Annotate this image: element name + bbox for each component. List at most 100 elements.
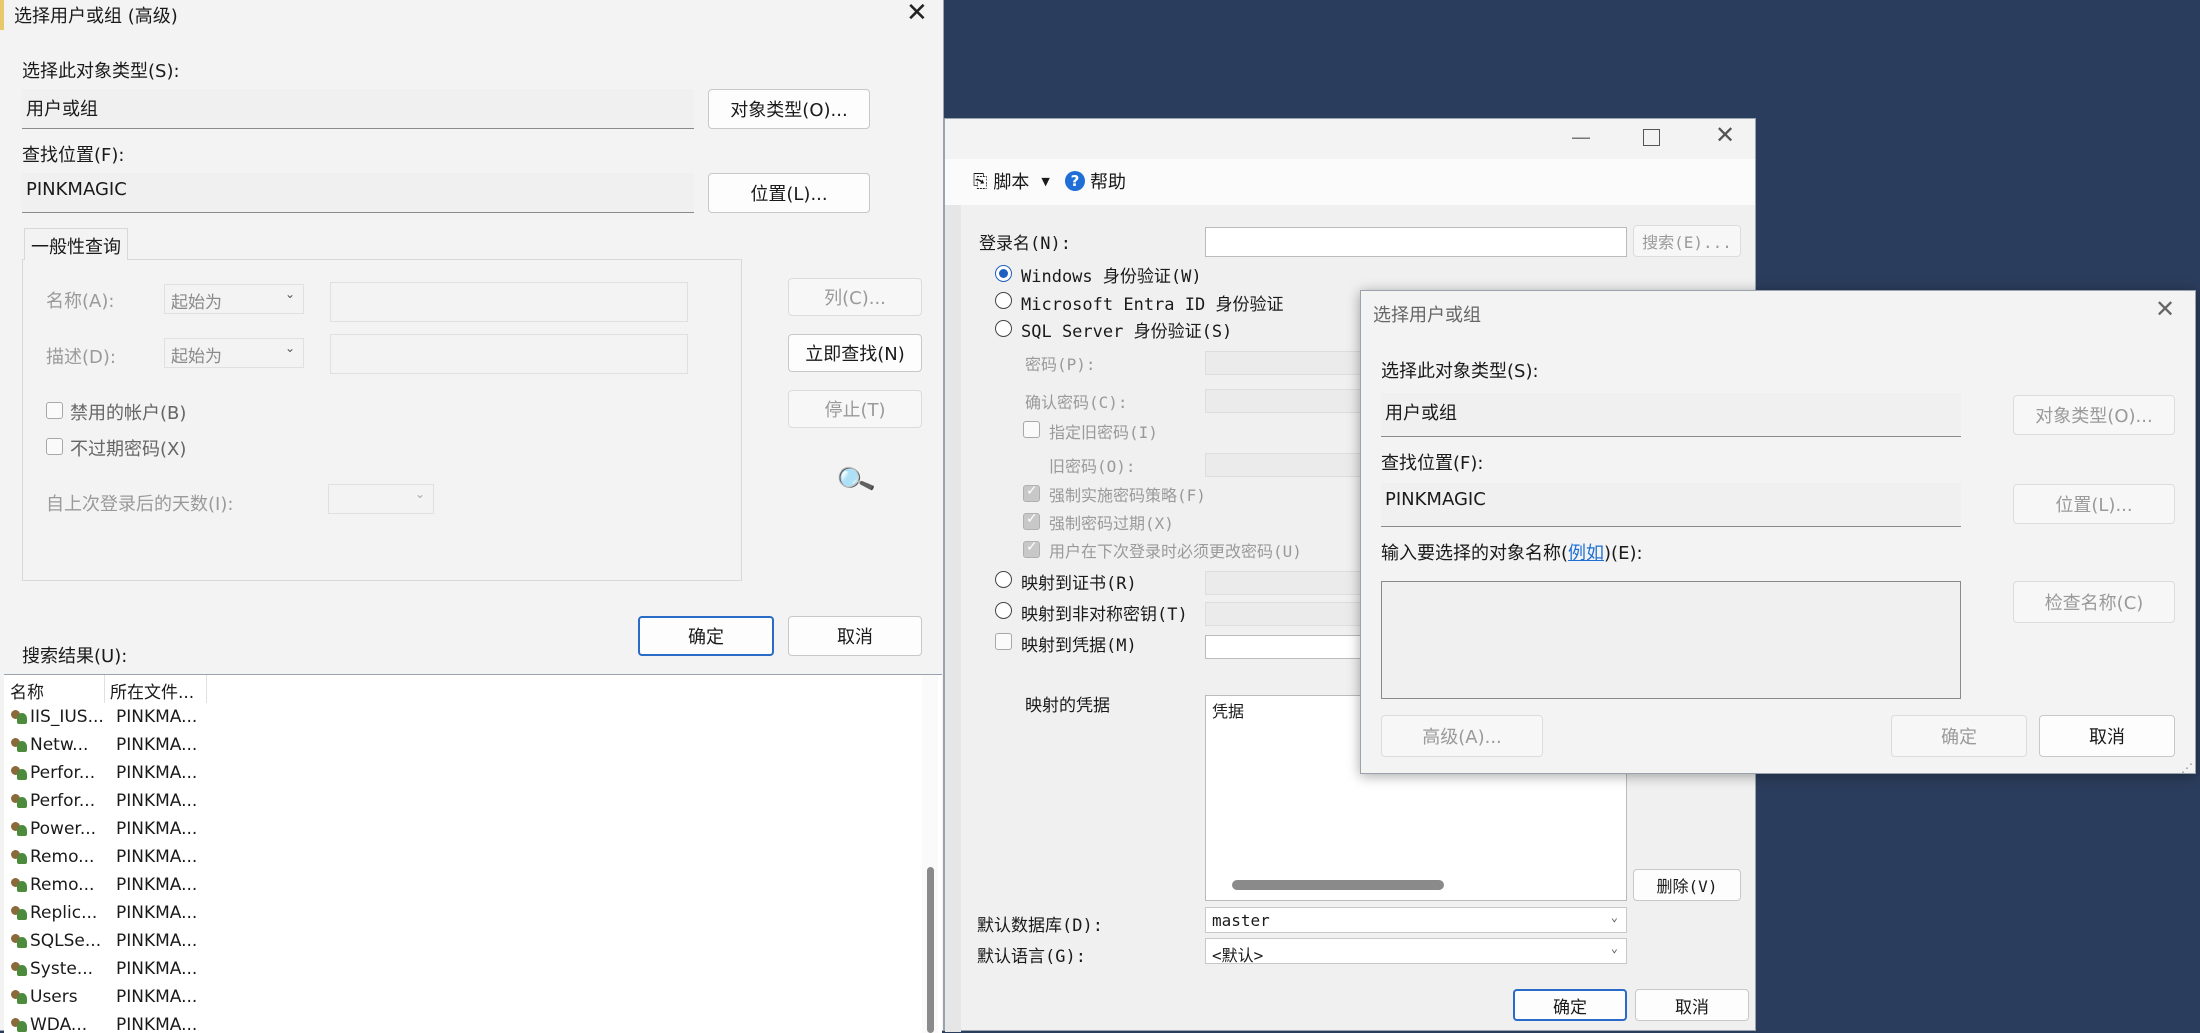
- enforce-expiration-checkbox[interactable]: [1023, 511, 1040, 530]
- list-item[interactable]: WDA... PINKMA...: [10, 1015, 197, 1033]
- default-db-select[interactable]: master ⌄: [1205, 907, 1627, 933]
- location-button[interactable]: 位置(L)...: [708, 173, 870, 213]
- results-header-folder[interactable]: 所在文件...: [106, 675, 207, 703]
- select-users-advanced-dialog: 选择用户或组 (高级) ✕ 选择此对象类型(S): 用户或组 对象类型(O)..…: [0, 0, 944, 1033]
- group-icon: [10, 820, 28, 838]
- small-ok-button[interactable]: 确定: [1891, 715, 2027, 757]
- result-name: Perfor...: [30, 763, 96, 783]
- desc-input[interactable]: [330, 334, 688, 374]
- desc-mode-select[interactable]: 起始为 ⌄: [164, 338, 304, 368]
- group-icon: [10, 904, 28, 922]
- remove-button[interactable]: 删除(V): [1633, 869, 1741, 901]
- group-icon: [10, 764, 28, 782]
- enforce-policy-label: 强制实施密码策略(F): [1049, 486, 1206, 505]
- non-expiring-pw-checkbox[interactable]: [46, 438, 63, 455]
- auth-sql-radio[interactable]: [995, 320, 1012, 337]
- resize-grip-icon[interactable]: ⋰: [2181, 761, 2193, 775]
- chevron-down-icon[interactable]: ▼: [1041, 175, 1049, 188]
- object-types-button[interactable]: 对象类型(O)...: [2013, 395, 2175, 435]
- list-item[interactable]: Perfor... PINKMA...: [10, 763, 197, 783]
- close-icon[interactable]: ✕: [906, 0, 928, 28]
- map-credential-checkbox[interactable]: [995, 633, 1012, 650]
- group-icon: [10, 932, 28, 950]
- close-icon[interactable]: ✕: [2155, 295, 2175, 323]
- help-button[interactable]: ? 帮助: [1065, 163, 1126, 199]
- scrollbar-thumb[interactable]: [927, 867, 934, 1033]
- specify-old-password-label: 指定旧密码(I): [1049, 423, 1158, 442]
- default-lang-select[interactable]: <默认> ⌄: [1205, 938, 1627, 965]
- list-item[interactable]: Remo... PINKMA...: [10, 875, 197, 895]
- list-item[interactable]: Syste... PINKMA...: [10, 959, 197, 979]
- chevron-down-icon: ⌄: [284, 287, 295, 301]
- maximize-icon[interactable]: [1643, 129, 1660, 146]
- name-mode-select[interactable]: 起始为 ⌄: [164, 284, 304, 314]
- specify-old-password-checkbox[interactable]: [1023, 421, 1040, 438]
- stop-button[interactable]: 停止(T): [788, 390, 922, 428]
- chevron-down-icon: ⌄: [1610, 941, 1618, 955]
- list-item[interactable]: Users PINKMA...: [10, 987, 197, 1007]
- small-cancel-button[interactable]: 取消: [2039, 715, 2175, 757]
- list-item[interactable]: Replic... PINKMA...: [10, 903, 197, 923]
- result-name: Users: [30, 987, 78, 1007]
- results-header-name[interactable]: 名称: [4, 675, 105, 703]
- list-item[interactable]: Remo... PINKMA...: [10, 847, 197, 867]
- find-now-button[interactable]: 立即查找(N): [788, 334, 922, 372]
- disabled-accounts-checkbox[interactable]: [46, 402, 63, 419]
- list-item[interactable]: IIS_IUS... PINKMA...: [10, 707, 197, 727]
- advanced-cancel-button[interactable]: 取消: [788, 616, 922, 656]
- results-label: 搜索结果(U):: [22, 646, 128, 667]
- login-ok-button[interactable]: 确定: [1513, 989, 1627, 1021]
- advanced-button[interactable]: 高级(A)...: [1381, 715, 1543, 757]
- object-types-button[interactable]: 对象类型(O)...: [708, 89, 870, 129]
- map-certificate-radio[interactable]: [995, 571, 1012, 588]
- close-icon[interactable]: ✕: [1715, 121, 1735, 149]
- title-bar: [945, 119, 1755, 159]
- script-button[interactable]: ⎘ 脚本 ▼: [973, 163, 1050, 199]
- select-users-dialog: 选择用户或组 ✕ 选择此对象类型(S): 用户或组 对象类型(O)... 查找位…: [1360, 290, 2196, 775]
- list-item[interactable]: SQLSe... PINKMA...: [10, 931, 197, 951]
- must-change-checkbox[interactable]: [1023, 539, 1040, 558]
- object-type-field: 用户或组: [1381, 393, 1961, 437]
- list-item[interactable]: Power... PINKMA...: [10, 819, 197, 839]
- object-type-label: 选择此对象类型(S):: [1381, 361, 1539, 382]
- result-folder: PINKMA...: [116, 763, 198, 783]
- advanced-ok-button[interactable]: 确定: [638, 616, 774, 656]
- auth-entra-radio[interactable]: [995, 292, 1012, 309]
- check-names-button[interactable]: 检查名称(C): [2013, 581, 2175, 623]
- dialog-title: 选择用户或组: [1373, 305, 1481, 326]
- group-icon: [10, 960, 28, 978]
- login-cancel-button[interactable]: 取消: [1635, 989, 1749, 1021]
- result-folder: PINKMA...: [116, 847, 198, 867]
- result-name: Remo...: [30, 847, 95, 867]
- non-expiring-pw-label: 不过期密码(X): [70, 439, 187, 460]
- object-type-label: 选择此对象类型(S):: [22, 61, 180, 82]
- location-button[interactable]: 位置(L)...: [2013, 484, 2175, 524]
- auth-windows-radio[interactable]: [995, 265, 1012, 282]
- page-list-pane: [945, 205, 961, 1032]
- desc-label: 描述(D):: [46, 347, 116, 368]
- object-names-textarea[interactable]: [1381, 581, 1961, 699]
- search-button[interactable]: 搜索(E)...: [1633, 225, 1741, 257]
- result-name: Replic...: [30, 903, 98, 923]
- map-certificate-label: 映射到证书(R): [1021, 574, 1137, 594]
- days-since-login-select[interactable]: ⌄: [328, 484, 434, 514]
- list-item[interactable]: Perfor... PINKMA...: [10, 791, 197, 811]
- enforce-policy-checkbox[interactable]: [1023, 483, 1040, 502]
- columns-button[interactable]: 列(C)...: [788, 278, 922, 316]
- horizontal-scrollbar[interactable]: [1232, 880, 1444, 890]
- group-icon: [10, 876, 28, 894]
- map-asym-key-radio[interactable]: [995, 602, 1012, 619]
- name-input[interactable]: [330, 282, 688, 322]
- location-field: PINKMAGIC: [22, 173, 694, 213]
- results-list[interactable]: 名称 所在文件... IIS_IUS... PINKMA... Netw... PIN…: [4, 674, 942, 1033]
- result-name: WDA...: [30, 1015, 88, 1033]
- tab-common-queries[interactable]: 一般性查询: [24, 228, 128, 260]
- minimize-icon[interactable]: —: [1571, 125, 1591, 149]
- result-folder: PINKMA...: [116, 819, 198, 839]
- result-folder: PINKMA...: [116, 791, 198, 811]
- vertical-scrollbar[interactable]: [922, 675, 938, 1033]
- login-name-input[interactable]: [1205, 227, 1627, 257]
- list-item[interactable]: Netw... PINKMA...: [10, 735, 197, 755]
- map-credential-label: 映射到凭据(M): [1021, 636, 1137, 656]
- examples-link[interactable]: 例如: [1568, 543, 1604, 564]
